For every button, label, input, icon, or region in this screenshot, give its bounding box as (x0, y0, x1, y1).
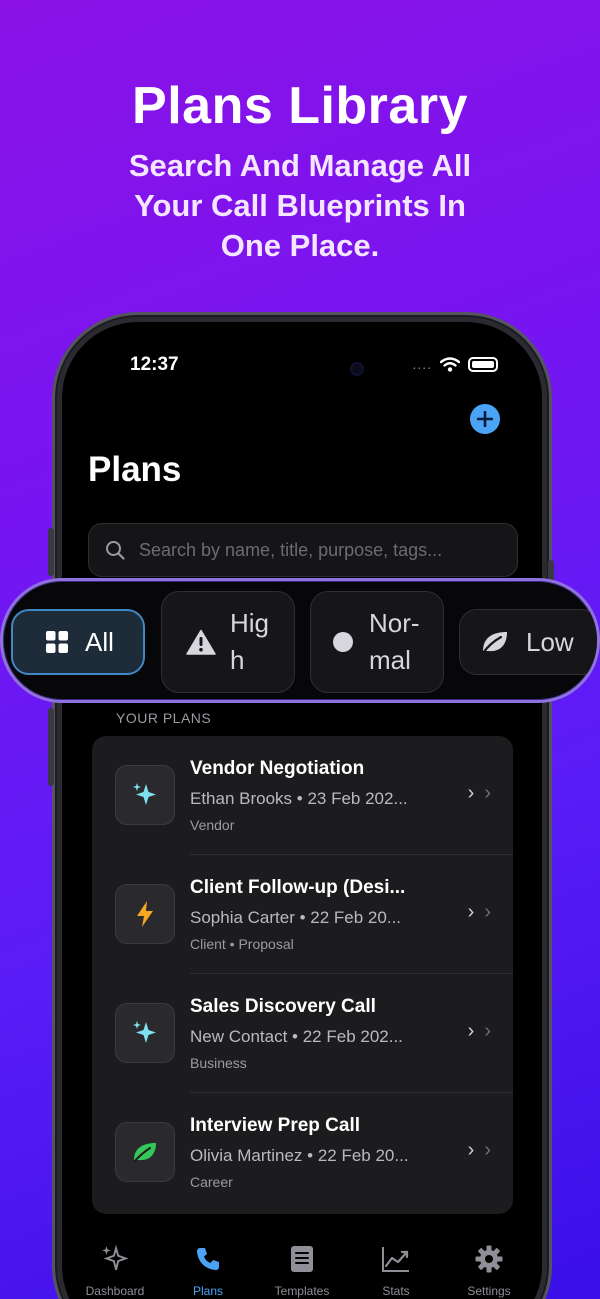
plan-row-interview-prep[interactable]: Interview Prep Call Olivia Martinez • 22… (92, 1093, 513, 1212)
search-input[interactable] (139, 539, 499, 561)
chevron-right-icon: › › (467, 901, 491, 923)
dot-icon (333, 632, 353, 652)
tab-icon-wrap (160, 1242, 256, 1276)
tab-stats[interactable]: Stats (348, 1242, 444, 1298)
filter-label: All (85, 626, 114, 657)
plan-tags: Vendor (190, 817, 235, 833)
side-button-silent (48, 528, 54, 576)
battery-icon (468, 356, 498, 372)
sparkles-icon (102, 1244, 129, 1270)
plan-tags: Client • Proposal (190, 936, 294, 952)
plus-icon (477, 411, 493, 427)
plan-row-vendor-negotiation[interactable]: Vendor Negotiation Ethan Brooks • 23 Feb… (92, 736, 513, 855)
tab-dashboard[interactable]: Dashboard (67, 1242, 163, 1298)
chevron-right-icon: › › (467, 782, 491, 804)
filter-chip-low[interactable]: Low (459, 609, 597, 675)
chevron-right-icon: › › (467, 1139, 491, 1161)
filter-chip-normal[interactable]: Nor- mal (310, 591, 444, 693)
status-icons: .... (412, 356, 498, 372)
filter-label: Low (526, 626, 574, 657)
bolt-icon (137, 901, 153, 927)
sparkles-icon (133, 783, 156, 805)
add-plan-button[interactable] (470, 404, 500, 434)
tab-label: Dashboard (85, 1284, 145, 1298)
tab-bar: Dashboard Plans Templates Stats Settings (62, 1242, 542, 1299)
leaf-icon (133, 1143, 156, 1163)
plan-meta: Olivia Martinez • 22 Feb 20... (190, 1146, 409, 1165)
warning-icon (186, 629, 216, 655)
plan-tags: Career (190, 1174, 233, 1190)
search-icon (106, 541, 125, 560)
camera-dot (350, 362, 364, 376)
tab-icon-wrap (254, 1242, 350, 1276)
wifi-icon (440, 356, 460, 372)
section-label: YOUR PLANS (116, 710, 212, 726)
tab-label: Settings (467, 1284, 511, 1298)
tab-plans[interactable]: Plans (160, 1242, 256, 1298)
sparkles-icon (133, 1021, 156, 1043)
plan-meta: New Contact • 22 Feb 202... (190, 1027, 403, 1046)
plan-meta: Ethan Brooks • 23 Feb 202... (190, 789, 408, 808)
plan-icon-box (115, 1003, 175, 1063)
filter-chip-all[interactable]: All (11, 609, 145, 675)
tab-icon-wrap (348, 1242, 444, 1276)
signal-dots: .... (412, 356, 432, 372)
tab-label: Stats (382, 1284, 410, 1298)
plan-meta: Sophia Carter • 22 Feb 20... (190, 908, 402, 927)
promo-subtitle: Search And Manage All Your Call Blueprin… (128, 148, 472, 263)
search-box[interactable] (88, 523, 518, 577)
plans-list: Vendor Negotiation Ethan Brooks • 23 Feb… (92, 736, 513, 1214)
plan-title: Sales Discovery Call (190, 996, 376, 1017)
plan-tags: Business (190, 1055, 247, 1071)
filter-bar: All Hig h Nor- mal Low (0, 578, 600, 703)
promo-title: Plans Library (132, 77, 468, 135)
filter-label: Hig h (230, 608, 270, 675)
phone-screen: 12:37 .... Plans YOUR PLANS (62, 322, 542, 1299)
grid-icon (46, 631, 68, 653)
tab-label: Templates (274, 1284, 330, 1298)
plan-icon-box (115, 765, 175, 825)
page-title: Plans (88, 450, 182, 489)
tab-icon-wrap (441, 1242, 537, 1276)
dynamic-island (238, 352, 366, 386)
plan-title: Client Follow-up (Desi... (190, 877, 406, 898)
filter-label: Nor- mal (369, 608, 420, 675)
status-time: 12:37 (130, 354, 179, 375)
plan-row-sales-discovery[interactable]: Sales Discovery Call New Contact • 22 Fe… (92, 974, 513, 1093)
gear-icon (475, 1245, 503, 1273)
filter-chip-high[interactable]: Hig h (161, 591, 295, 693)
tab-label: Plans (192, 1284, 224, 1298)
phone-icon (197, 1248, 219, 1270)
leaf-icon (481, 632, 507, 655)
document-icon (291, 1246, 313, 1272)
plan-title: Interview Prep Call (190, 1115, 361, 1136)
chart-icon (382, 1247, 409, 1272)
plan-icon-box (115, 884, 175, 944)
chevron-right-icon: › › (467, 1020, 491, 1042)
plan-row-client-follow-up[interactable]: Client Follow-up (Desi... Sophia Carter … (92, 855, 513, 974)
side-button-volume (48, 708, 54, 786)
plan-title: Vendor Negotiation (190, 758, 365, 779)
plan-icon-box (115, 1122, 175, 1182)
tab-templates[interactable]: Templates (254, 1242, 350, 1298)
tab-icon-wrap (67, 1242, 163, 1276)
tab-settings[interactable]: Settings (441, 1242, 537, 1298)
